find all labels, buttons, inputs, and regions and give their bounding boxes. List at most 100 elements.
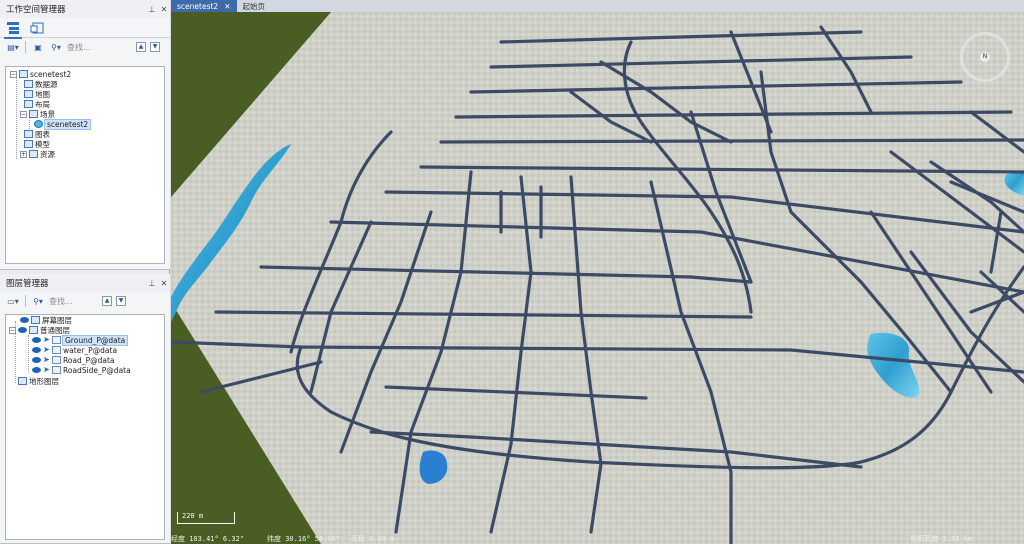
camera-height-readout: 相机高度 2.33 km [910, 535, 972, 543]
search-down-arrow-icon[interactable]: ▼ [116, 296, 126, 306]
tree-item-datasources[interactable]: 数据源 [24, 79, 58, 89]
scene-status-line: 经度 103.41° 6.32" 纬度 30.16° 58.08" 高程 0.0… [171, 534, 1024, 544]
selectable-cursor-icon[interactable]: ➤ [43, 346, 50, 354]
layer-options-icon[interactable]: ▭▾ [6, 295, 20, 308]
tab-start-page[interactable]: 起始页 [237, 0, 272, 12]
close-icon[interactable]: ✕ [158, 5, 170, 14]
search-down-arrow-icon[interactable]: ▼ [150, 42, 160, 52]
layer-item-screen[interactable]: 屏幕图层 [20, 315, 72, 325]
region-layer-icon [52, 346, 61, 354]
expand-icon[interactable]: + [20, 150, 27, 158]
document-tab-bar: scenetest2 ✕ 起始页 [171, 0, 1024, 12]
scene-render [171, 12, 1024, 544]
compass-north-icon[interactable]: N [980, 52, 990, 62]
elevation-readout: 高程 0.00 m [351, 535, 395, 543]
layer-item-water[interactable]: ➤ water_P@data [32, 345, 117, 355]
eye-icon[interactable] [32, 357, 41, 363]
pin-icon[interactable]: ⊥ [146, 5, 158, 14]
search-icon[interactable]: ⚲▾ [49, 41, 63, 54]
layer-panel-header: 图层管理器 ⊥ ✕ [0, 274, 170, 292]
layer-tree: 屏幕图层 − 普通图层 ➤ Ground_P@data ➤ water_P@da… [5, 314, 165, 540]
eye-icon[interactable] [32, 337, 41, 343]
save-icon[interactable]: ▣ [31, 41, 45, 54]
layer-toolbar: ▭▾ ⚲▾ 查找... ▲ ▼ [0, 292, 170, 310]
tree-item-label: 场景 [40, 109, 55, 119]
tree-item-layouts[interactable]: 布局 [24, 99, 50, 109]
tree-item-label: 资源 [40, 149, 55, 159]
tab-scenetest2[interactable]: scenetest2 ✕ [171, 0, 237, 12]
eye-icon[interactable] [32, 347, 41, 353]
tree-item-label: scenetest2 [43, 118, 92, 130]
eye-icon[interactable] [20, 317, 29, 323]
layer-label: 地形图层 [29, 376, 59, 386]
selectable-cursor-icon[interactable]: ➤ [43, 336, 50, 344]
layer-label: 普通图层 [40, 325, 70, 335]
tree-item-maps[interactable]: 地图 [24, 89, 50, 99]
search-up-arrow-icon[interactable]: ▲ [102, 296, 112, 306]
workspace-tree: − scenetest2 数据源 地图 布局 − 场景 scenetest2 图… [5, 66, 165, 264]
scene-folder-icon [29, 110, 38, 118]
scale-bar: 220 m [177, 512, 235, 524]
layer-item-ground[interactable]: ➤ Ground_P@data [32, 334, 129, 346]
tree-item-charts[interactable]: 图表 [24, 129, 50, 139]
layer-label: RoadSide_P@data [63, 365, 131, 375]
scene-viewport[interactable]: N 220 m 经度 103.41° 6.32" 纬度 30.16° 58.08… [171, 12, 1024, 544]
map-icon [24, 90, 33, 98]
workspace-panel-header: 工作空间管理器 ⊥ ✕ [0, 0, 170, 18]
eye-icon[interactable] [18, 327, 27, 333]
layout-icon [24, 100, 33, 108]
tree-item-scene-scenetest2[interactable]: scenetest2 [34, 118, 92, 130]
tab-label: 起始页 [242, 1, 266, 11]
close-icon[interactable]: ✕ [224, 2, 230, 11]
search-up-arrow-icon[interactable]: ▲ [136, 42, 146, 52]
left-dock: 工作空间管理器 ⊥ ✕ ▤▾ ▣ ⚲▾ 查找... ▲ ▼ − scenetes… [0, 0, 170, 544]
collapse-icon[interactable]: − [20, 110, 27, 118]
collapse-icon[interactable]: − [10, 70, 17, 78]
chart-icon [24, 130, 33, 138]
tab-label: scenetest2 [177, 1, 219, 11]
layer-group-normal[interactable]: − 普通图层 [9, 325, 70, 335]
workspace-icon [19, 70, 28, 78]
workspace-tab-bar [0, 18, 170, 39]
layer-label: Road_P@data [63, 355, 115, 365]
region-layer-icon [52, 336, 61, 344]
layer-manager-panel: 图层管理器 ⊥ ✕ ▭▾ ⚲▾ 查找... ▲ ▼ 屏幕图层 − 普通图层 ➤ … [0, 274, 170, 544]
workspace-manager-panel: 工作空间管理器 ⊥ ✕ ▤▾ ▣ ⚲▾ 查找... ▲ ▼ − scenetes… [0, 0, 170, 270]
latitude-readout: 纬度 30.16° 58.08" [267, 535, 341, 543]
workspace-search-input[interactable]: 查找... [67, 42, 132, 53]
workspace-toolbar: ▤▾ ▣ ⚲▾ 查找... ▲ ▼ [0, 38, 170, 56]
layout-tab-icon[interactable] [30, 21, 44, 35]
layer-item-roadside[interactable]: ➤ RoadSide_P@data [32, 365, 131, 375]
tree-item-scenes[interactable]: − 场景 [20, 109, 55, 119]
layer-item-terrain[interactable]: 地形图层 [18, 376, 59, 386]
region-layer-icon [52, 356, 61, 364]
selectable-cursor-icon[interactable]: ➤ [43, 366, 50, 374]
close-icon[interactable]: ✕ [158, 279, 170, 288]
open-workspace-icon[interactable]: ▤▾ [6, 41, 20, 54]
screen-layer-icon [31, 316, 40, 324]
tree-item-label: scenetest2 [30, 69, 72, 79]
layer-panel-title: 图层管理器 [6, 279, 49, 289]
globe-icon [34, 120, 43, 128]
pin-icon[interactable]: ⊥ [146, 279, 158, 288]
terrain-layer-icon [18, 377, 27, 385]
longitude-readout: 经度 103.41° 6.32" [171, 535, 245, 543]
layer-group-icon [29, 326, 38, 334]
ground-plane [171, 12, 1024, 544]
resource-icon [29, 150, 38, 158]
tree-item-workspace[interactable]: − scenetest2 [10, 69, 71, 79]
collapse-icon[interactable]: − [9, 326, 16, 334]
eye-icon[interactable] [32, 367, 41, 373]
workspace-tree-tab-icon[interactable] [4, 21, 22, 39]
layer-item-road[interactable]: ➤ Road_P@data [32, 355, 115, 365]
search-icon[interactable]: ⚲▾ [31, 295, 45, 308]
tree-item-resources[interactable]: + 资源 [20, 149, 55, 159]
model-icon [24, 140, 33, 148]
selectable-cursor-icon[interactable]: ➤ [43, 356, 50, 364]
layer-search-input[interactable]: 查找... [49, 296, 98, 307]
region-layer-icon [52, 366, 61, 374]
navigation-compass[interactable]: N [960, 32, 1010, 82]
tree-item-models[interactable]: 模型 [24, 139, 50, 149]
layer-label: water_P@data [63, 345, 118, 355]
layer-label: Ground_P@data [61, 334, 129, 346]
